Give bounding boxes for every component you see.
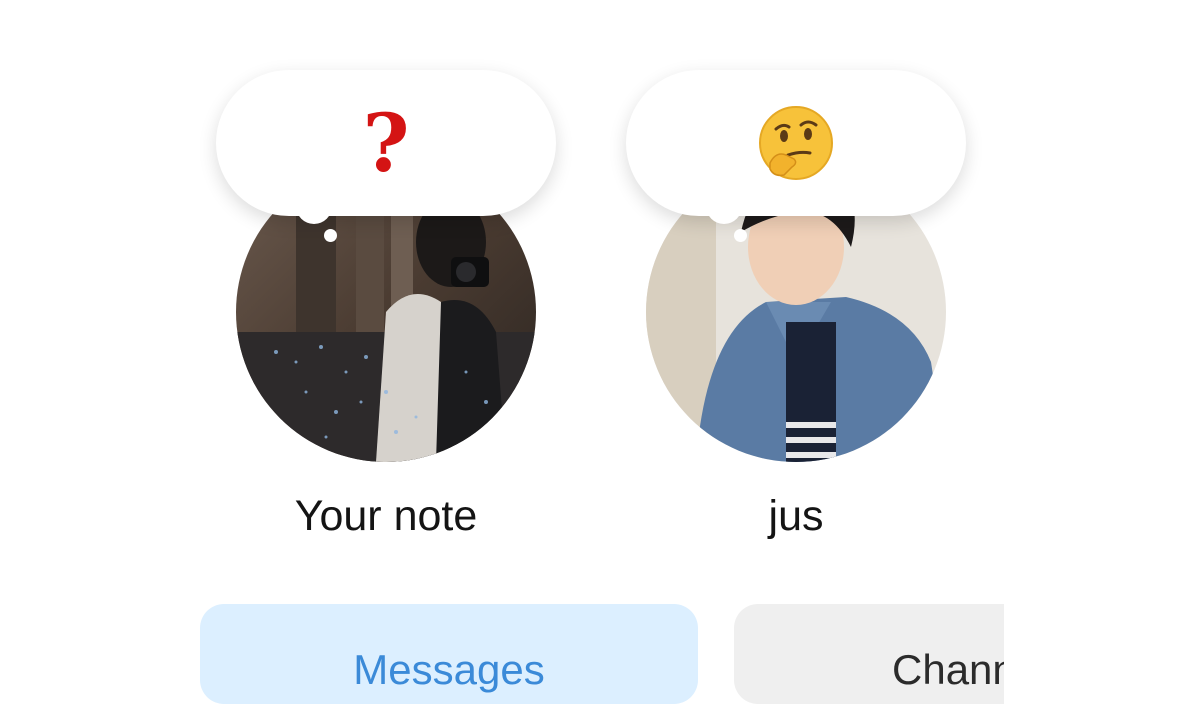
note-card-your-note[interactable]: ? Your note: [206, 0, 566, 560]
tab-messages[interactable]: Messages: [200, 604, 698, 704]
note-text: ?: [362, 96, 410, 190]
tab-label: Chann: [892, 646, 1004, 693]
bubble-tail-small: [734, 229, 747, 242]
note-bubble[interactable]: ?: [216, 70, 556, 216]
note-card-jus[interactable]: jus: [616, 0, 976, 560]
bubble-tail-small: [324, 229, 337, 242]
tab-label: Messages: [353, 646, 545, 693]
tab-channels[interactable]: Chann: [734, 604, 1004, 704]
note-author-name: jus: [768, 492, 824, 540]
note-author-name: Your note: [294, 492, 478, 540]
note-bubble[interactable]: [626, 70, 966, 216]
thinking-face-icon: [759, 106, 833, 180]
